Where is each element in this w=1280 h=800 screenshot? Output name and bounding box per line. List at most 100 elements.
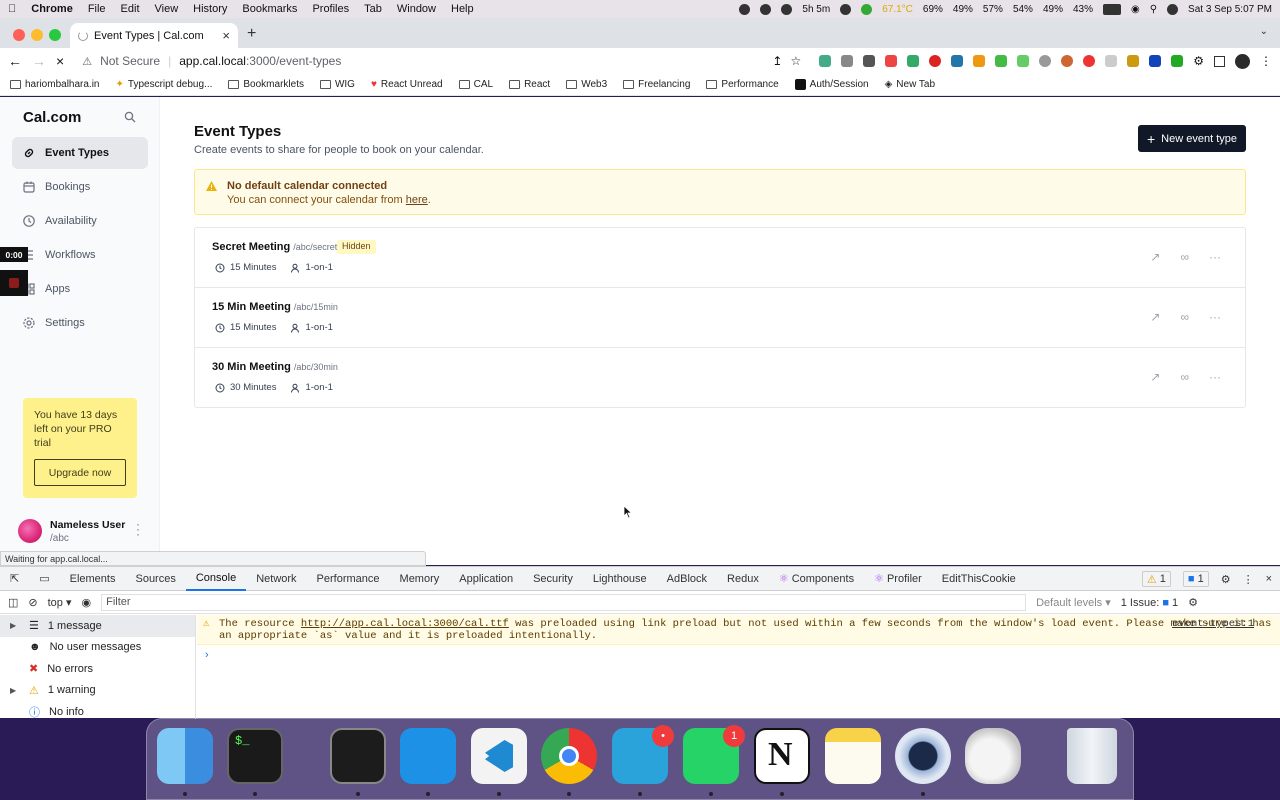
telegram-app-icon[interactable]: • bbox=[612, 725, 674, 784]
console-filter-messages[interactable]: ▶ ☰ 1 message bbox=[0, 615, 195, 637]
activity-monitor-app-icon[interactable] bbox=[330, 728, 386, 784]
inspect-element-icon[interactable]: ⇱ bbox=[0, 567, 29, 591]
console-filter-user[interactable]: ☻ No user messages bbox=[0, 637, 195, 659]
menu-tab[interactable]: Tab bbox=[364, 3, 382, 15]
extension-icon[interactable] bbox=[907, 55, 920, 67]
tab-security[interactable]: Security bbox=[523, 567, 583, 591]
status-app-icon[interactable] bbox=[840, 3, 852, 15]
tab-console[interactable]: Console bbox=[185, 567, 247, 591]
bookmark-folder[interactable]: WIG bbox=[319, 79, 355, 90]
bookmark-folder[interactable]: React bbox=[509, 79, 550, 90]
extension-icon[interactable] bbox=[1127, 55, 1140, 67]
device-toolbar-icon[interactable]: ▭ bbox=[29, 567, 59, 591]
event-type-row[interactable]: 30 Min Meeting/abc/30min 30 Minutes 1-on… bbox=[195, 348, 1245, 408]
extension-icon[interactable] bbox=[1149, 55, 1162, 67]
extension-icon[interactable] bbox=[819, 55, 832, 67]
warning-source-link[interactable]: event-types:1 bbox=[1172, 618, 1254, 630]
extension-icon[interactable] bbox=[885, 55, 898, 67]
session-timer[interactable]: 5h 5m bbox=[802, 4, 830, 15]
close-tab-icon[interactable]: × bbox=[222, 28, 230, 43]
tab-search-icon[interactable]: ⌄ bbox=[1260, 26, 1268, 37]
more-horizontal-icon[interactable]: ··· bbox=[1209, 250, 1221, 264]
external-link-icon[interactable]: ↗ bbox=[1150, 250, 1160, 264]
1password-app-icon[interactable] bbox=[895, 728, 951, 784]
bookmark-folder[interactable]: Freelancing bbox=[623, 79, 690, 90]
status-app-icon[interactable] bbox=[781, 3, 793, 15]
tab-application[interactable]: Application bbox=[449, 567, 523, 591]
back-button[interactable]: ← bbox=[8, 53, 22, 69]
message-counter[interactable]: ■ 1 bbox=[1182, 571, 1209, 587]
tab-components[interactable]: ⚛ Components bbox=[769, 567, 864, 591]
vscode-app-icon[interactable] bbox=[471, 728, 527, 784]
log-levels-select[interactable]: Default levels ▾ bbox=[1036, 596, 1111, 609]
external-link-icon[interactable]: ↗ bbox=[1150, 310, 1160, 324]
console-filter-input[interactable]: Filter bbox=[101, 594, 1027, 611]
maximize-window-button[interactable] bbox=[49, 29, 61, 41]
chrome-app-icon[interactable] bbox=[541, 728, 597, 784]
sidebar-item-workflows[interactable]: Workflows bbox=[12, 239, 148, 271]
bookmark-item[interactable]: Auth/Session bbox=[794, 79, 869, 90]
status-app-icon[interactable] bbox=[760, 3, 772, 15]
event-type-row[interactable]: Secret Meeting/abc/secret Hidden 15 Minu… bbox=[195, 228, 1245, 288]
extension-icon[interactable] bbox=[841, 55, 854, 67]
menu-help[interactable]: Help bbox=[451, 3, 474, 15]
console-filter-warnings[interactable]: ▶ ⚠ 1 warning bbox=[0, 680, 195, 702]
bookmark-folder[interactable]: Web3 bbox=[566, 79, 607, 90]
close-devtools-icon[interactable]: × bbox=[1266, 573, 1272, 585]
menu-profiles[interactable]: Profiles bbox=[312, 3, 349, 15]
more-horizontal-icon[interactable]: ··· bbox=[1209, 310, 1221, 324]
trash-icon[interactable] bbox=[1067, 728, 1117, 784]
datetime[interactable]: Sat 3 Sep 5:07 PM bbox=[1188, 4, 1272, 15]
stop-recording-button[interactable] bbox=[0, 270, 28, 296]
stop-loading-button[interactable]: × bbox=[56, 53, 64, 69]
cpu-temp[interactable]: 67.1°C bbox=[882, 4, 913, 15]
user-menu[interactable]: Nameless User /abc · · · bbox=[18, 516, 148, 546]
extension-icon[interactable] bbox=[995, 55, 1008, 67]
copy-link-icon[interactable]: ∞ bbox=[1180, 370, 1189, 384]
app-logo[interactable]: Cal.com bbox=[23, 109, 81, 126]
control-center-icon[interactable] bbox=[1167, 3, 1179, 15]
tab-memory[interactable]: Memory bbox=[390, 567, 450, 591]
extension-icon[interactable] bbox=[1039, 55, 1052, 67]
console-prompt[interactable]: › bbox=[205, 649, 209, 661]
bookmark-item[interactable]: ♥ React Unread bbox=[371, 79, 443, 90]
extension-icon[interactable] bbox=[1061, 55, 1074, 67]
docker-app-icon[interactable] bbox=[400, 728, 456, 784]
tab-editthiscookie[interactable]: EditThisCookie bbox=[932, 567, 1026, 591]
menu-window[interactable]: Window bbox=[397, 3, 436, 15]
console-settings-gear-icon[interactable]: ⚙ bbox=[1188, 596, 1198, 609]
copy-link-icon[interactable]: ∞ bbox=[1180, 310, 1189, 324]
whatsapp-app-icon[interactable]: 1 bbox=[683, 725, 745, 784]
extension-icon[interactable] bbox=[973, 55, 986, 67]
menu-edit[interactable]: Edit bbox=[121, 3, 140, 15]
sidebar-item-settings[interactable]: Settings bbox=[12, 307, 148, 339]
warning-resource-link[interactable]: http://app.cal.local:3000/cal.ttf bbox=[301, 618, 509, 630]
sidebar-item-availability[interactable]: Availability bbox=[12, 205, 148, 237]
copy-link-icon[interactable]: ∞ bbox=[1180, 250, 1189, 264]
settings-gear-icon[interactable]: ⚙ bbox=[1221, 573, 1231, 586]
clear-console-icon[interactable]: ⊘ bbox=[28, 596, 37, 609]
warning-counter[interactable]: ⚠ 1 bbox=[1141, 571, 1171, 587]
menu-chrome[interactable]: Chrome bbox=[31, 3, 73, 15]
connect-calendar-link[interactable]: here bbox=[406, 194, 428, 206]
search-icon[interactable]: ⚲ bbox=[1150, 4, 1157, 15]
extension-icon[interactable] bbox=[1083, 55, 1096, 67]
event-type-row[interactable]: 15 Min Meeting/abc/15min 15 Minutes 1-on… bbox=[195, 288, 1245, 348]
forward-button[interactable]: → bbox=[32, 53, 46, 69]
context-select[interactable]: top ▾ bbox=[48, 596, 72, 609]
sidebar-item-event-types[interactable]: Event Types bbox=[12, 137, 148, 169]
browser-tab[interactable]: Event Types | Cal.com × bbox=[70, 23, 238, 48]
tab-redux[interactable]: Redux bbox=[717, 567, 769, 591]
more-vertical-icon[interactable]: ⋮ bbox=[1243, 573, 1254, 586]
search-icon[interactable] bbox=[124, 111, 136, 123]
extensions-puzzle-icon[interactable]: ⚙ bbox=[1193, 54, 1204, 68]
wifi-icon[interactable]: ◉ bbox=[1131, 4, 1140, 15]
bookmark-star-icon[interactable]: ☆ bbox=[790, 54, 801, 68]
extension-icon[interactable] bbox=[1171, 55, 1184, 67]
bookmark-item[interactable]: hariombalhara.in bbox=[10, 79, 100, 90]
script-editor-app-icon[interactable] bbox=[965, 728, 1021, 784]
menu-file[interactable]: File bbox=[88, 3, 106, 15]
external-link-icon[interactable]: ↗ bbox=[1150, 370, 1160, 384]
side-panel-icon[interactable] bbox=[1214, 55, 1225, 67]
new-event-type-button[interactable]: + New event type bbox=[1138, 125, 1246, 152]
